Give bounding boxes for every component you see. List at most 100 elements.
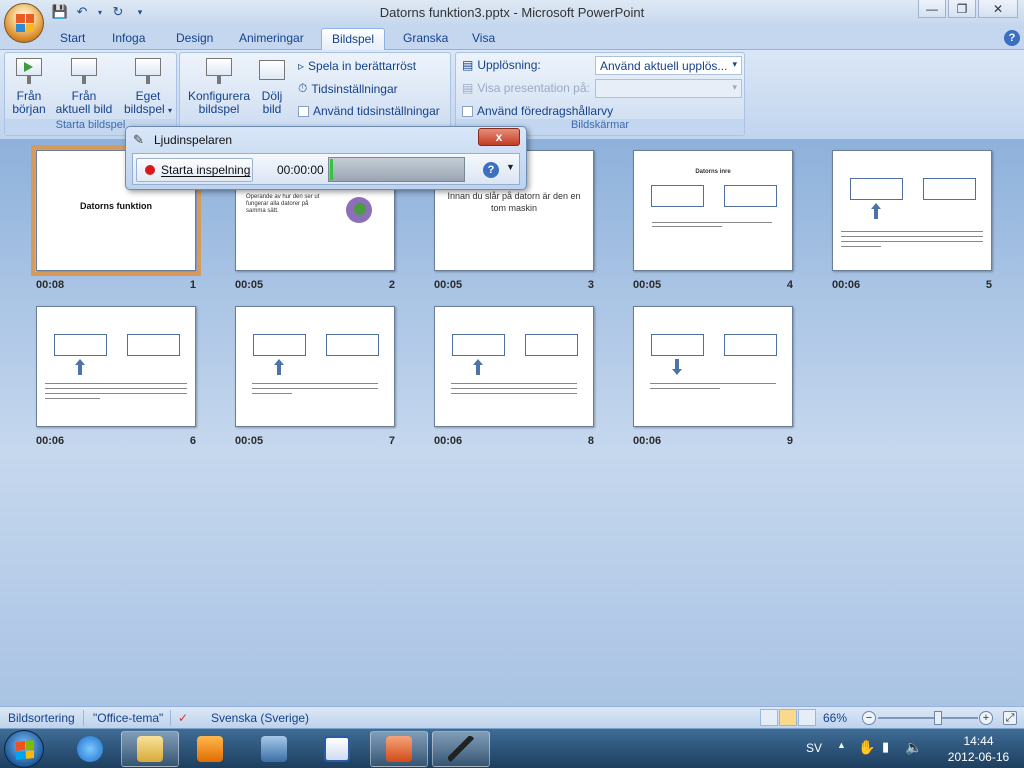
taskbar-powerpoint[interactable] — [370, 731, 428, 767]
internet-explorer-icon — [77, 736, 103, 762]
slide-thumbnail-9[interactable] — [633, 306, 793, 427]
stopwatch-icon: ⏱ — [298, 81, 308, 95]
from-current-slide-button[interactable]: Från aktuell bild — [53, 56, 115, 116]
show-on-dropdown[interactable]: ▾ — [595, 79, 742, 98]
zoom-slider-thumb[interactable] — [934, 711, 942, 725]
custom-slideshow-button[interactable]: Eget bildspel ▾ — [120, 56, 176, 117]
dialog-close-button[interactable]: x — [478, 128, 520, 146]
record-narration-button[interactable]: ▹ Spela in berättarröst — [298, 59, 416, 73]
diagram-box — [724, 185, 777, 207]
slide-number: 8 — [587, 435, 594, 447]
help-icon[interactable]: ? — [483, 162, 499, 178]
taskbar-internet-explorer[interactable] — [61, 731, 119, 767]
spellcheck-icon[interactable]: ✓ — [178, 711, 188, 725]
microphone-icon — [448, 736, 474, 762]
slide-time: 00:06 — [633, 435, 662, 447]
slideshow-view-icon[interactable] — [798, 709, 816, 726]
chevron-down-icon: ▾ — [732, 59, 737, 69]
power-icon[interactable]: ▮ — [882, 739, 889, 768]
status-bar: Bildsortering "Office-tema" ✓ Svenska (S… — [0, 706, 1024, 728]
start-recording-button[interactable]: Starta inspelning — [136, 158, 253, 182]
slide-text: Innan du slår på datorn är den en — [447, 191, 581, 201]
show-hidden-icons[interactable]: ▲ — [837, 740, 846, 768]
tab-bildspel[interactable]: Bildspel — [321, 28, 386, 51]
volume-icon[interactable]: 🔈 — [905, 739, 922, 768]
text-line — [841, 236, 983, 237]
sound-recorder-dialog: ✎ Ljudinspelaren x Starta inspelning 00:… — [125, 126, 527, 190]
folder-icon — [137, 736, 163, 762]
slide-time: 00:05 — [633, 279, 662, 291]
taskbar-paint[interactable] — [245, 731, 303, 767]
text-line — [650, 383, 776, 384]
tab-granska[interactable]: Granska — [403, 31, 448, 45]
from-beginning-button[interactable]: Från början — [9, 56, 49, 116]
restore-button[interactable]: ❐ — [948, 0, 976, 18]
slide-text: Operande av hur den ser ut — [246, 194, 320, 200]
taskbar-word[interactable] — [308, 731, 366, 767]
arrow-up-icon — [75, 359, 85, 375]
taskbar-explorer[interactable] — [121, 731, 179, 767]
diagram-box — [54, 334, 107, 356]
hide-slide-button[interactable]: Dölj bild — [254, 56, 290, 116]
slide-sorter-view-icon[interactable] — [779, 709, 797, 726]
custom-label-2: bildspel — [123, 102, 165, 116]
tab-animeringar[interactable]: Animeringar — [239, 31, 304, 45]
chevron-down-icon[interactable]: ▼ — [506, 162, 515, 172]
slide-thumbnail-6[interactable] — [36, 306, 196, 427]
taskbar-media-player[interactable] — [181, 731, 239, 767]
windows-logo-icon — [16, 740, 34, 760]
diagram-box — [850, 178, 903, 200]
resolution-dropdown[interactable]: Använd aktuell upplös... ▾ — [595, 56, 742, 75]
office-button[interactable] — [4, 3, 44, 43]
status-divider — [170, 710, 171, 726]
normal-view-icon[interactable] — [760, 709, 778, 726]
status-divider — [83, 710, 84, 726]
custom-slideshow-icon — [132, 56, 164, 86]
presenter-view-checkbox[interactable]: Använd föredragshållarvy — [462, 104, 613, 118]
status-theme[interactable]: "Office-tema" — [93, 711, 163, 725]
slide-text: tom maskin — [490, 203, 537, 213]
slide-number: 3 — [587, 279, 594, 291]
hide-label-2: bild — [262, 102, 282, 116]
network-icon[interactable]: ✋ — [858, 739, 875, 768]
minimize-button[interactable]: — — [918, 0, 946, 18]
rehearse-timings-button[interactable]: ⏱ Tidsinställningar — [298, 81, 398, 96]
zoom-in-icon[interactable]: + — [979, 711, 993, 725]
presenter-view-label: Använd föredragshållarvy — [477, 104, 614, 118]
start-recording-label: Starta inspelning — [161, 163, 251, 177]
start-button[interactable] — [4, 730, 44, 768]
slide-thumbnail-5[interactable] — [832, 150, 992, 271]
help-icon[interactable]: ? — [1004, 30, 1020, 46]
close-button[interactable]: ✕ — [978, 0, 1018, 18]
zoom-out-icon[interactable]: − — [862, 711, 876, 725]
clock[interactable]: 14:44 2012-06-16 — [941, 734, 1016, 768]
status-language[interactable]: Svenska (Sverige) — [211, 711, 309, 725]
fit-to-window-icon[interactable]: ⤢ — [1003, 711, 1017, 725]
use-timings-checkbox[interactable]: Använd tidsinställningar — [298, 104, 440, 118]
slide-thumbnail-8[interactable] — [434, 306, 594, 427]
slide-thumbnail-4[interactable]: Datorns inre — [633, 150, 793, 271]
text-line — [650, 388, 720, 389]
diagram-box — [923, 178, 976, 200]
configure-slideshow-button[interactable]: Konfigurera bildspel — [184, 56, 254, 116]
group-monitors: ▤ Upplösning: Använd aktuell upplös... ▾ ▤… — [455, 52, 745, 136]
tab-design[interactable]: Design — [176, 31, 213, 45]
tab-start[interactable]: Start — [60, 31, 85, 45]
taskbar-sound-recorder[interactable] — [432, 731, 490, 767]
text-line — [841, 231, 983, 232]
text-line — [652, 226, 722, 227]
resolution-value: Använd aktuell upplös... — [600, 59, 728, 73]
text-line — [252, 393, 292, 394]
text-line — [252, 383, 378, 384]
word-icon — [324, 736, 350, 762]
slide-title: Datorns funktion — [80, 201, 152, 211]
record-dot-icon — [145, 165, 155, 175]
language-indicator[interactable]: SV — [806, 741, 822, 768]
zoom-slider[interactable] — [878, 717, 978, 719]
zoom-level[interactable]: 66% — [823, 711, 847, 725]
tab-visa[interactable]: Visa — [472, 31, 495, 45]
resolution-text: Upplösning: — [477, 58, 541, 72]
slide-thumbnail-7[interactable] — [235, 306, 395, 427]
paint-icon — [261, 736, 287, 762]
tab-infoga[interactable]: Infoga — [112, 31, 145, 45]
